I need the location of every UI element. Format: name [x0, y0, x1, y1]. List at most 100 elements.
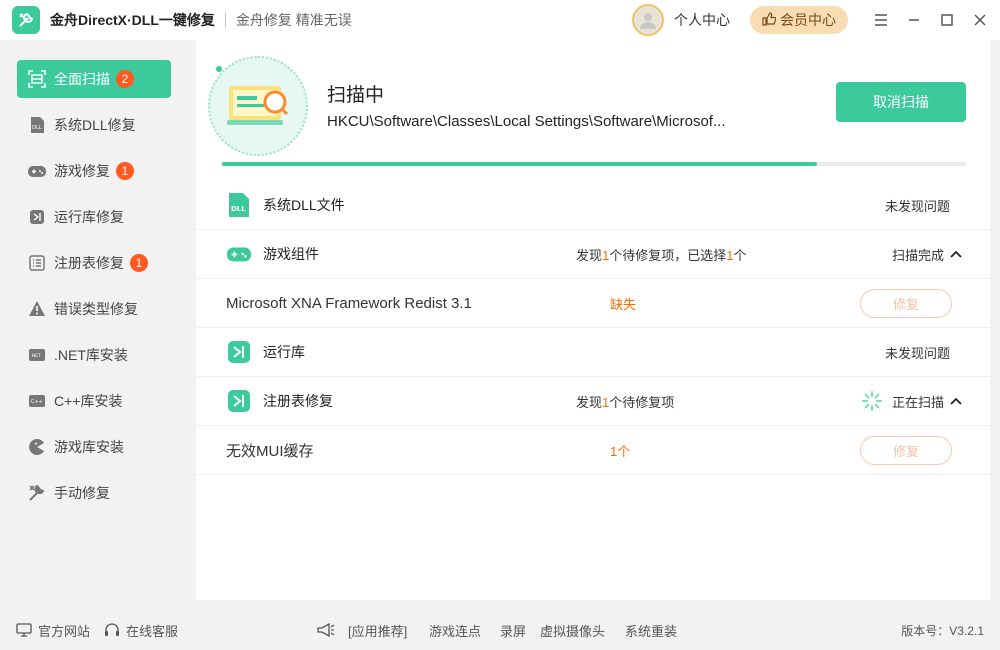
sidebar: 全面扫描 2 DLL 系统DLL修复 游戏修复 1 运行库修复 注册表修复 1 …: [0, 40, 188, 610]
result-row-system-dll: DLL 系统DLL文件 未发现问题: [196, 181, 990, 230]
count-badge: 2: [116, 70, 134, 88]
app-recommend[interactable]: [应用推荐]: [316, 621, 407, 640]
scan-header: 扫描中 HKCU\Software\Classes\Local Settings…: [196, 40, 990, 181]
recommend-label: [应用推荐]: [348, 623, 408, 639]
result-status: 未发现问题: [884, 345, 950, 361]
scan-icon: [27, 69, 47, 89]
main-panel: 扫描中 HKCU\Software\Classes\Local Settings…: [196, 40, 990, 600]
loading-spinner-icon: [861, 391, 882, 411]
sidebar-item-registry-repair[interactable]: 注册表修复 1: [17, 244, 171, 282]
repair-button[interactable]: 修复: [860, 289, 952, 318]
monitor-icon: [16, 623, 32, 637]
sidebar-item-label: C++库安装: [54, 393, 123, 409]
sidebar-item-game-lib-install[interactable]: 游戏库安装: [17, 428, 171, 466]
item-state: 缺失: [610, 296, 637, 312]
sidebar-item-runtime-repair[interactable]: 运行库修复: [17, 198, 171, 236]
chevron-up-icon: [950, 250, 962, 258]
registry-summary: 发现1个待修复项: [576, 394, 675, 410]
profile-center-link[interactable]: 个人中心: [674, 10, 730, 30]
result-row-game-components[interactable]: 游戏组件 发现1个待修复项，已选择1个 扫描完成: [196, 230, 990, 279]
sidebar-item-label: 错误类型修复: [54, 301, 138, 317]
warning-icon: [27, 299, 47, 319]
sidebar-item-error-type-repair[interactable]: 错误类型修复: [17, 290, 171, 328]
footer-link-screen-record[interactable]: 录屏: [500, 621, 526, 640]
svg-text:C++: C++: [31, 399, 43, 405]
title-bar: 金舟DirectX·DLL一键修复 金舟修复 精准无误 个人中心 会员中心: [0, 0, 1000, 40]
svg-text:DLL: DLL: [231, 205, 246, 213]
vip-center-button[interactable]: 会员中心: [750, 6, 848, 34]
minimize-icon: [908, 19, 919, 21]
scan-path: HKCU\Software\Classes\Local Settings\Sof…: [327, 113, 726, 130]
chevron-up-icon: [950, 397, 962, 405]
headset-icon: [105, 623, 119, 636]
scan-illustration-icon: [208, 56, 308, 156]
cancel-scan-button[interactable]: 取消扫描: [836, 82, 966, 122]
result-status[interactable]: 正在扫描: [861, 391, 962, 411]
sidebar-item-manual-repair[interactable]: 手动修复: [17, 474, 171, 512]
sidebar-item-dotnet-install[interactable]: .NET .NET库安装: [17, 336, 171, 374]
online-support-link[interactable]: 在线客服: [104, 621, 178, 640]
vip-center-label: 会员中心: [780, 12, 836, 28]
count-badge: 1: [116, 162, 134, 180]
gamepad-icon: [27, 161, 47, 181]
sidebar-item-game-repair[interactable]: 游戏修复 1: [17, 152, 171, 190]
wrench-icon: [27, 483, 47, 503]
sidebar-item-system-dll[interactable]: DLL 系统DLL修复: [17, 106, 171, 144]
result-title: 注册表修复: [263, 393, 333, 409]
runtime-icon: [226, 339, 252, 365]
footer: 官方网站 在线客服 [应用推荐] 游戏连点 录屏 虚拟摄像头 系统重装 版本号：…: [0, 610, 1000, 650]
menu-button[interactable]: [864, 0, 897, 40]
result-status[interactable]: 扫描完成: [892, 245, 962, 264]
title-divider: [224, 12, 226, 28]
result-title: 运行库: [263, 344, 305, 360]
megaphone-icon: [317, 622, 335, 638]
result-item-xna: Microsoft XNA Framework Redist 3.1 缺失 修复: [196, 279, 990, 328]
app-title: 金舟DirectX·DLL一键修复: [50, 12, 215, 28]
cpp-icon: C++: [27, 391, 47, 411]
result-row-registry[interactable]: 注册表修复 发现1个待修复项 正在扫描: [196, 377, 990, 426]
sidebar-item-label: 手动修复: [54, 485, 110, 501]
list-icon: [27, 253, 47, 273]
sidebar-item-label: 运行库修复: [54, 209, 124, 225]
hamburger-icon: [874, 14, 887, 26]
app-logo-icon: [12, 6, 40, 34]
scan-progress-fill: [222, 162, 818, 166]
thumbs-up-icon: [762, 11, 777, 29]
registry-icon: [226, 388, 252, 414]
item-name: Microsoft XNA Framework Redist 3.1: [226, 294, 472, 312]
sidebar-item-label: 全面扫描: [54, 71, 110, 87]
result-title: 系统DLL文件: [263, 197, 345, 213]
dll-file-icon: DLL: [226, 192, 252, 218]
minimize-button[interactable]: [897, 0, 930, 40]
footer-link-virtual-camera[interactable]: 虚拟摄像头: [540, 621, 605, 640]
dll-file-icon: DLL: [27, 115, 47, 135]
runtime-icon: [27, 207, 47, 227]
version-label: 版本号：V3.2.1: [901, 623, 984, 638]
item-count: 1个: [610, 443, 631, 459]
official-website-link[interactable]: 官方网站: [16, 621, 90, 640]
result-title: 游戏组件: [263, 246, 319, 262]
game-summary: 发现1个待修复项，已选择1个: [576, 247, 747, 263]
maximize-button[interactable]: [930, 0, 963, 40]
scan-status: 扫描中: [327, 85, 385, 106]
sidebar-item-cpp-install[interactable]: C++ C++库安装: [17, 382, 171, 420]
svg-text:.NET: .NET: [31, 353, 42, 359]
footer-link-system-reinstall[interactable]: 系统重装: [625, 621, 677, 640]
close-icon: [973, 14, 986, 26]
sidebar-item-label: 游戏库安装: [54, 439, 124, 455]
svg-text:DLL: DLL: [32, 125, 42, 131]
game-selected-count: 1: [726, 247, 734, 263]
dotnet-icon: .NET: [27, 345, 47, 365]
count-badge: 1: [130, 254, 148, 272]
item-name: 无效MUI缓存: [226, 442, 314, 460]
footer-link-game-clicker[interactable]: 游戏连点: [429, 621, 481, 640]
sidebar-item-full-scan[interactable]: 全面扫描 2: [17, 60, 171, 98]
avatar[interactable]: [632, 4, 664, 36]
close-button[interactable]: [963, 0, 996, 40]
pacman-icon: [27, 437, 47, 457]
sidebar-item-label: 注册表修复: [54, 255, 124, 271]
result-item-mui-cache: 无效MUI缓存 1个 修复: [196, 426, 990, 475]
result-row-runtime: 运行库 未发现问题: [196, 328, 990, 377]
gamepad-icon: [226, 241, 252, 267]
repair-button[interactable]: 修复: [860, 436, 952, 465]
